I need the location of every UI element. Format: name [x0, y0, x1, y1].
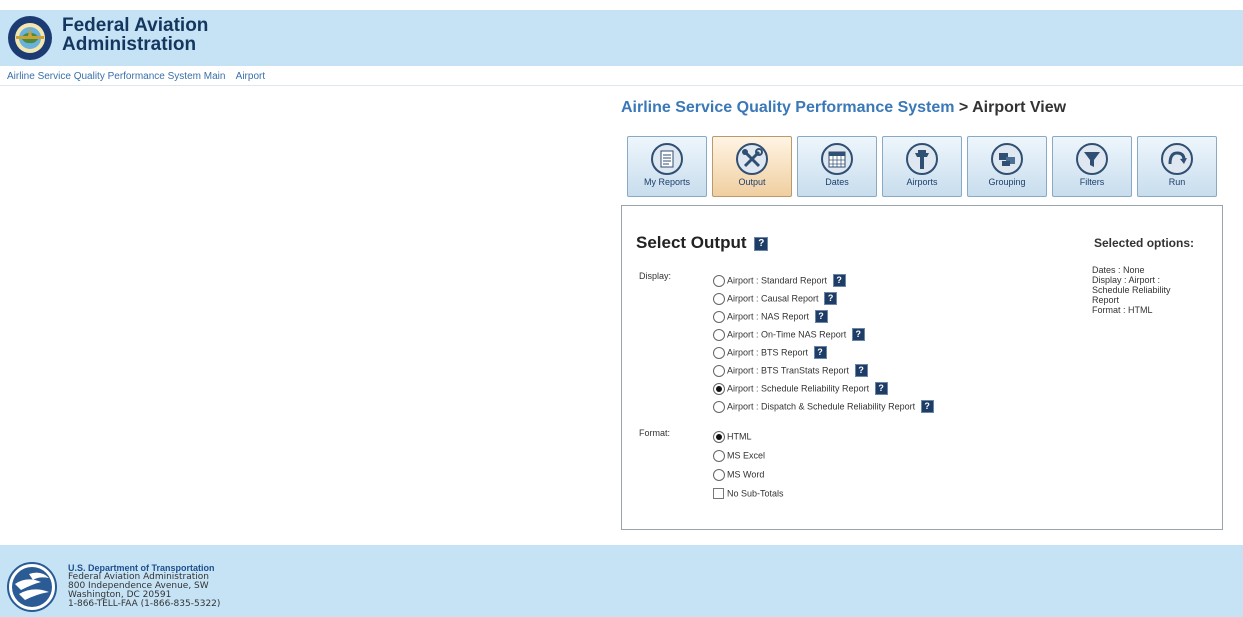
filters-button[interactable]: Filters	[1052, 136, 1132, 197]
display-option-nas[interactable]: Airport : NAS Report ?	[713, 308, 828, 324]
agency-name-line2: Administration	[62, 34, 197, 55]
calendar-icon	[821, 143, 853, 175]
format-option-html[interactable]: HTML	[713, 428, 752, 444]
breadcrumb-link-asqp-main[interactable]: Airline Service Quality Performance Syst…	[7, 71, 225, 82]
no-subtotals-label: No Sub-Totals	[727, 488, 784, 499]
radio-button[interactable]	[713, 400, 725, 413]
selected-options-list: Dates : None Display : Airport : Schedul…	[1092, 265, 1196, 315]
display-label: Display:	[639, 271, 672, 281]
page-title-view: > Airport View	[954, 99, 1067, 116]
output-button[interactable]: Output	[712, 136, 792, 197]
option-label: Airport : Causal Report	[727, 293, 819, 304]
format-option-ms-word[interactable]: MS Word	[713, 466, 764, 482]
display-option-standard[interactable]: Airport : Standard Report ?	[713, 272, 846, 288]
grouping-label: Grouping	[988, 177, 1026, 187]
filters-label: Filters	[1079, 177, 1105, 187]
option-label: MS Word	[727, 469, 765, 480]
selected-option-display: Display : Airport : Schedule Reliability…	[1092, 275, 1171, 305]
help-icon[interactable]: ?	[832, 274, 846, 288]
option-label: Airport : BTS Report	[727, 347, 809, 358]
footer-address: U.S. Department of Transportation Federa…	[68, 564, 220, 609]
radio-button[interactable]	[713, 310, 725, 323]
format-label: Format:	[639, 428, 671, 438]
airports-button[interactable]: Airports	[882, 136, 962, 197]
footer-phone: 1-866-TELL-FAA (1-866-835-5322)	[68, 599, 221, 609]
radio-button[interactable]	[713, 274, 725, 287]
site-header: Federal Aviation Administration	[0, 10, 1243, 66]
option-label: HTML	[727, 431, 752, 442]
breadcrumb-link-airport[interactable]: Airport	[236, 71, 265, 82]
selected-options-heading: Selected options:	[1094, 236, 1195, 250]
display-option-bts[interactable]: Airport : BTS Report ?	[713, 344, 827, 360]
option-label: Airport : Schedule Reliability Report	[727, 383, 870, 394]
selected-option-dates: Dates : None	[1092, 265, 1145, 275]
help-icon[interactable]: ?	[754, 236, 769, 251]
radio-button[interactable]	[713, 292, 725, 305]
radio-button[interactable]	[713, 346, 725, 359]
report-toolbar: My Reports Output Dates Airports Groupin…	[627, 136, 1220, 199]
tools-icon	[736, 143, 768, 175]
help-icon[interactable]: ?	[851, 328, 865, 342]
option-label: Airport : NAS Report	[727, 311, 810, 322]
display-option-causal[interactable]: Airport : Causal Report ?	[713, 290, 838, 306]
faa-seal-icon[interactable]	[7, 15, 53, 61]
grouping-icon	[991, 143, 1023, 175]
option-label: Airport : On-Time NAS Report	[727, 329, 847, 340]
report-icon	[651, 143, 683, 175]
option-label: Airport : BTS TranStats Report	[727, 365, 850, 376]
radio-button[interactable]	[713, 364, 725, 377]
agency-name[interactable]: Federal Aviation Administration	[62, 16, 208, 54]
run-button[interactable]: Run	[1137, 136, 1217, 197]
display-option-bts-transtats[interactable]: Airport : BTS TranStats Report ?	[713, 362, 868, 378]
dot-logo-icon[interactable]	[7, 562, 57, 612]
radio-button-selected[interactable]	[713, 430, 725, 443]
display-option-dispatch-schedule-reliability[interactable]: Airport : Dispatch & Schedule Reliabilit…	[713, 398, 934, 414]
display-option-schedule-reliability[interactable]: Airport : Schedule Reliability Report ?	[713, 380, 888, 396]
page-title: Airline Service Quality Performance Syst…	[621, 99, 1066, 117]
radio-button[interactable]	[713, 328, 725, 341]
agency-name-line1: Federal Aviation	[62, 15, 209, 36]
my-reports-label: My Reports	[643, 177, 690, 187]
my-reports-button[interactable]: My Reports	[627, 136, 707, 197]
format-option-ms-excel[interactable]: MS Excel	[713, 447, 765, 463]
no-subtotals-option[interactable]: No Sub-Totals	[713, 485, 784, 501]
site-footer: U.S. Department of Transportation Federa…	[0, 545, 1243, 617]
radio-button[interactable]	[713, 468, 725, 481]
help-icon[interactable]: ?	[874, 382, 888, 396]
option-label: Airport : Standard Report	[727, 275, 828, 286]
help-icon[interactable]: ?	[814, 310, 828, 324]
help-icon[interactable]: ?	[854, 364, 868, 378]
select-output-heading: Select Output ?	[636, 233, 769, 253]
radio-button[interactable]	[713, 449, 725, 462]
airports-label: Airports	[906, 177, 938, 187]
option-label: MS Excel	[727, 450, 766, 461]
filter-icon	[1076, 143, 1108, 175]
selected-option-format: Format : HTML	[1092, 305, 1153, 315]
control-tower-icon	[906, 143, 938, 175]
grouping-button[interactable]: Grouping	[967, 136, 1047, 197]
select-output-panel: Select Output ? Display: Airport : Stand…	[621, 205, 1223, 530]
help-icon[interactable]: ?	[813, 346, 827, 360]
breadcrumb: Airline Service Quality Performance Syst…	[7, 71, 273, 82]
output-label: Output	[738, 177, 766, 187]
no-subtotals-checkbox[interactable]	[713, 488, 724, 500]
help-icon[interactable]: ?	[824, 292, 838, 306]
select-output-title: Select Output	[636, 233, 747, 252]
run-label: Run	[1168, 177, 1186, 187]
breadcrumb-divider	[0, 85, 1243, 86]
radio-button-selected[interactable]	[713, 382, 725, 395]
option-label: Airport : Dispatch & Schedule Reliabilit…	[727, 401, 916, 412]
help-icon[interactable]: ?	[920, 400, 934, 414]
page-title-system: Airline Service Quality Performance Syst…	[621, 99, 955, 116]
dates-label: Dates	[825, 177, 849, 187]
display-option-on-time-nas[interactable]: Airport : On-Time NAS Report ?	[713, 326, 865, 342]
run-icon	[1161, 143, 1193, 175]
dates-button[interactable]: Dates	[797, 136, 877, 197]
